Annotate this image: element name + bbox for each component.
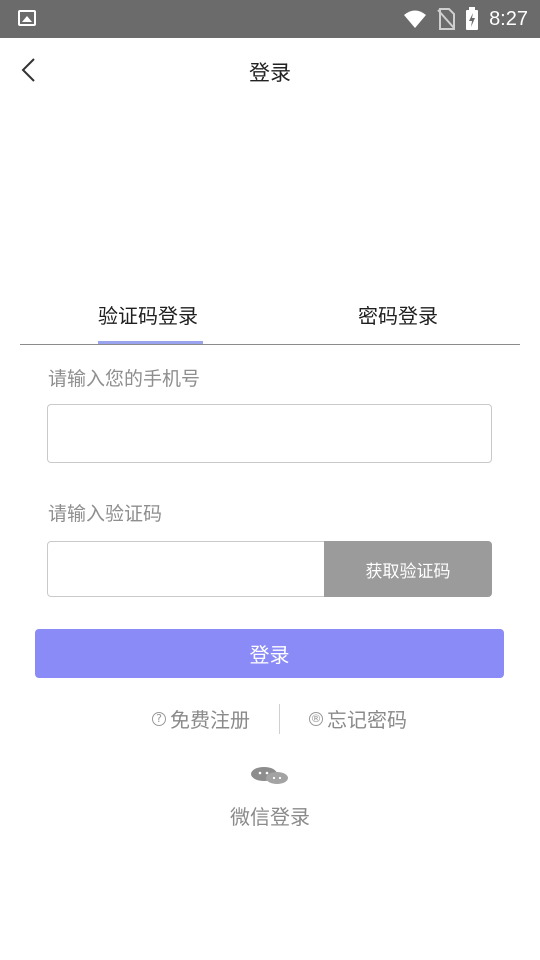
login-button[interactable]: 登录 bbox=[35, 629, 504, 678]
forgot-password-label: 忘记密码 bbox=[327, 708, 407, 732]
wechat-login-label[interactable]: 微信登录 bbox=[0, 801, 540, 830]
forgot-password-link[interactable]: ® 忘记密码 bbox=[309, 704, 407, 733]
clock: 8:27 bbox=[489, 7, 528, 30]
page-title: 登录 bbox=[249, 61, 291, 85]
tab-active-indicator bbox=[98, 341, 203, 344]
tab-password-login[interactable]: 密码登录 bbox=[358, 300, 438, 329]
question-icon: ? bbox=[152, 711, 166, 726]
verification-code-input[interactable] bbox=[47, 541, 325, 597]
registered-icon: ® bbox=[309, 711, 323, 726]
phone-label: 请输入您的手机号 bbox=[48, 368, 201, 390]
phone-input[interactable] bbox=[47, 404, 492, 463]
status-icons: 8:27 bbox=[403, 0, 528, 38]
login-tabs: 验证码登录 密码登录 bbox=[20, 296, 520, 345]
status-bar: 8:27 bbox=[0, 0, 540, 38]
register-label: 免费注册 bbox=[170, 708, 250, 732]
no-sim-icon bbox=[437, 8, 456, 30]
wifi-icon bbox=[404, 10, 427, 28]
image-icon bbox=[18, 10, 36, 26]
tab-sms-login[interactable]: 验证码登录 bbox=[98, 300, 198, 329]
get-code-button[interactable]: 获取验证码 bbox=[324, 541, 492, 597]
link-divider bbox=[279, 704, 280, 734]
auth-links: ? 免费注册 ® 忘记密码 bbox=[0, 702, 540, 734]
code-label: 请输入验证码 bbox=[48, 503, 163, 525]
register-link[interactable]: ? 免费注册 bbox=[152, 704, 250, 733]
header: 登录 bbox=[0, 38, 540, 102]
wechat-icon[interactable] bbox=[250, 766, 290, 786]
battery-charging-icon bbox=[466, 7, 479, 30]
